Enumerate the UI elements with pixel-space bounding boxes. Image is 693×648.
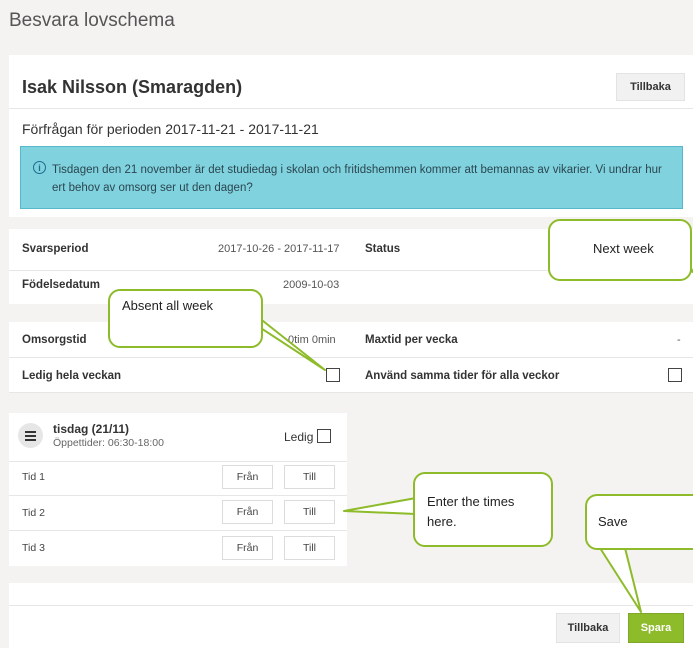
divider [9,605,693,606]
ledig-hela-veckan-label: Ledig hela veckan [22,370,122,382]
info-text: Tisdagen den 21 november är det studieda… [52,164,662,194]
divider [9,495,347,496]
day-ledig-checkbox[interactable] [317,429,331,443]
back-button-top[interactable]: Tillbaka [616,73,685,101]
ledig-hela-veckan-checkbox[interactable] [326,368,340,382]
tid-label: Tid 3 [22,542,45,554]
divider [9,461,347,462]
status-label: Status [365,243,401,255]
divider [9,530,347,531]
page-title: Besvara lovschema [9,10,175,31]
student-name: Isak Nilsson (Smaragden) [22,77,243,97]
to-time-button[interactable]: Till [284,500,335,524]
same-times-label: Använd samma tider för alla veckor [365,370,560,382]
info-icon: i [33,161,46,174]
save-button[interactable]: Spara [628,613,684,643]
spacer [9,583,693,605]
to-time-button[interactable]: Till [284,465,335,489]
maxtid-label: Maxtid per vecka [365,334,458,346]
callout-enter-times: Enter the times here. [413,472,553,547]
day-ledig-label: Ledig [284,430,314,444]
opening-hours: Öppettider: 06:30-18:00 [53,437,164,449]
omsorgstid-value: 0tim 0min [288,334,336,346]
day-title: tisdag (21/11) [53,422,130,436]
menu-icon [18,423,43,448]
to-time-button[interactable]: Till [284,536,335,560]
fodelsedatum-label: Födelsedatum [22,279,100,291]
fodelsedatum-value: 2009-10-03 [283,279,340,291]
callout-save: Save [585,494,693,550]
divider [9,108,693,109]
tid-label: Tid 2 [22,507,45,519]
back-button[interactable]: Tillbaka [556,613,620,643]
tid-label: Tid 1 [22,471,45,483]
callout-absent: Absent all week [108,289,263,348]
svarsperiod-label: Svarsperiod [22,243,89,255]
svarsperiod-value: 2017-10-26 - 2017-11-17 [218,243,340,255]
from-time-button[interactable]: Från [222,500,273,524]
from-time-button[interactable]: Från [222,465,273,489]
same-times-checkbox[interactable] [668,368,682,382]
from-time-button[interactable]: Från [222,536,273,560]
callout-next-week: Next week [548,219,692,281]
info-box: i Tisdagen den 21 november är det studie… [20,146,683,209]
omsorgstid-label: Omsorgstid [22,334,87,346]
divider [9,357,693,358]
request-period: Förfrågan för perioden 2017-11-21 - 2017… [22,121,319,137]
maxtid-value: - [677,334,681,346]
